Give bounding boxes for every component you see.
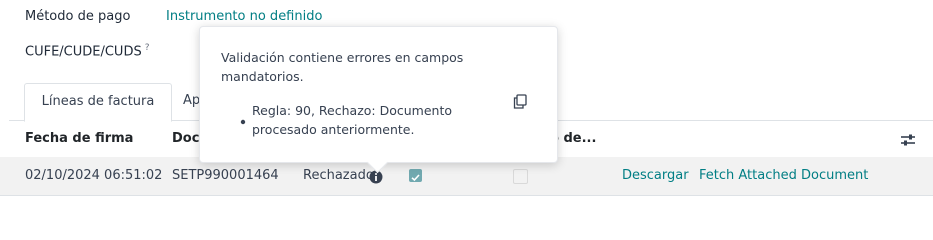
cell-sign-date: 02/10/2024 06:51:02 — [25, 168, 163, 183]
fetch-attached-document-link[interactable]: Fetch Attached Document — [699, 157, 868, 195]
payment-method-value[interactable]: Instrumento no definido — [166, 9, 322, 24]
checkbox-checked[interactable] — [409, 169, 422, 182]
cufe-label-text: CUFE/CUDE/CUDS — [25, 44, 142, 60]
cufe-label: CUFE/CUDE/CUDS? — [25, 43, 150, 59]
popover-error-item: Regla: 90, Rechazo: Documento procesado … — [252, 103, 452, 137]
optional-columns-icon[interactable] — [900, 132, 916, 151]
checkbox-unchecked[interactable] — [513, 169, 528, 184]
download-link[interactable]: Descargar — [622, 157, 689, 195]
popover-message: Validación contiene errores en campos ma… — [221, 50, 464, 84]
column-header-sign-date[interactable]: Fecha de firma — [25, 120, 133, 157]
help-icon[interactable]: ? — [145, 43, 150, 53]
bullet-icon — [240, 110, 246, 125]
copy-icon[interactable] — [513, 94, 527, 113]
tab-invoice-lines[interactable]: Líneas de factura — [24, 83, 172, 122]
error-popover: Validación contiene errores en campos ma… — [199, 26, 558, 174]
payment-method-label: Método de pago — [25, 9, 131, 24]
